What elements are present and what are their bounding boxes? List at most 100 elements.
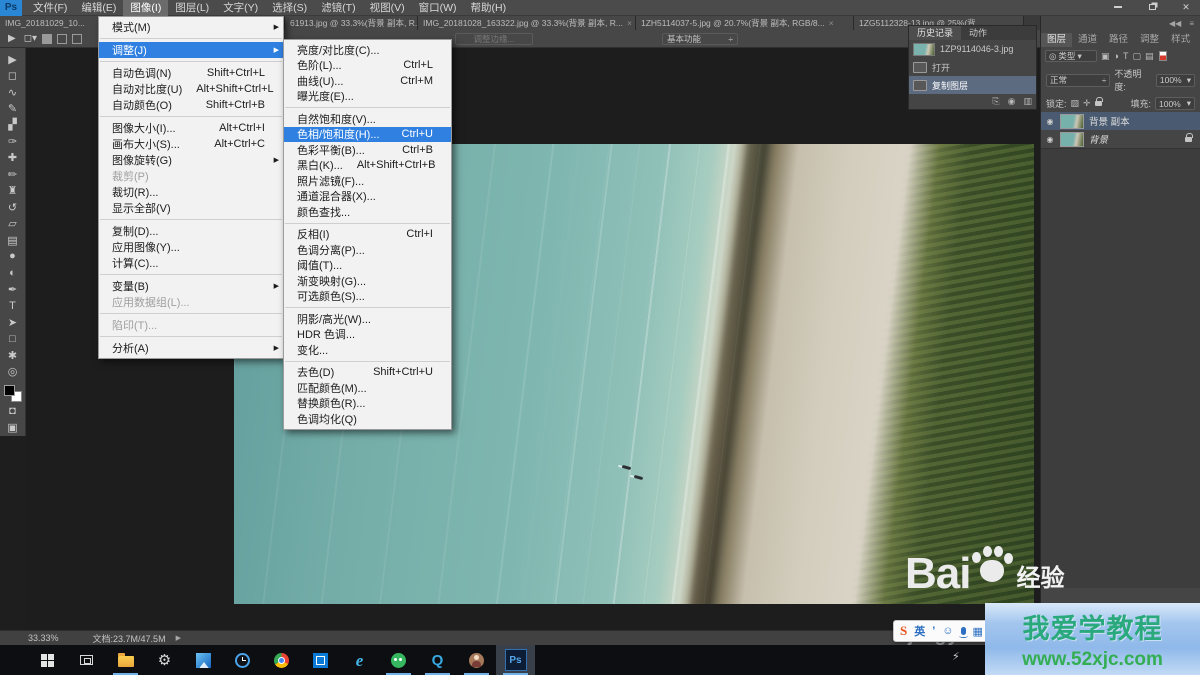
add-selection-icon[interactable] — [57, 34, 67, 44]
menu-item-analysis[interactable]: 分析(A)▶ — [99, 340, 283, 356]
gradient-tool[interactable]: ▤ — [2, 232, 24, 248]
subtract-selection-icon[interactable] — [72, 34, 82, 44]
menu-item-equalize[interactable]: 色调均化(Q) — [284, 411, 451, 427]
shape-tool[interactable]: □ — [2, 330, 24, 346]
menu-item-reveal-all[interactable]: 显示全部(V) — [99, 200, 283, 216]
tab-adjustments[interactable]: 调整 — [1134, 33, 1165, 47]
microphone-icon[interactable] — [961, 627, 966, 635]
close-button[interactable]: ✕ — [1176, 1, 1196, 13]
minimize-button[interactable] — [1108, 1, 1128, 13]
menu-item-desaturate[interactable]: 去色(D)Shift+Ctrl+U — [284, 365, 451, 381]
menu-edit[interactable]: 编辑(E) — [74, 0, 123, 16]
panel-menu-icon[interactable]: ≡ — [1189, 19, 1194, 28]
tab-layers[interactable]: 图层 — [1041, 33, 1072, 47]
history-state-duplicate-layer[interactable]: 复制图层 — [909, 76, 1036, 94]
menu-item-curves[interactable]: 曲线(U)...Ctrl+M — [284, 73, 451, 89]
menu-item-trim[interactable]: 裁切(R)... — [99, 184, 283, 200]
quick-mask-button[interactable]: ◘ — [2, 403, 24, 419]
tab-paths[interactable]: 路径 — [1103, 33, 1134, 47]
input-language-toggle[interactable]: 英 — [914, 623, 925, 639]
menu-item-replace-color[interactable]: 替换颜色(R)... — [284, 396, 451, 412]
menu-item-exposure[interactable]: 曝光度(E)... — [284, 89, 451, 105]
blur-tool[interactable]: ● — [2, 248, 24, 264]
hand-tool[interactable]: ✱ — [2, 347, 24, 363]
doc-tab-3[interactable]: IMG_20181028_163322.jpg @ 33.3%(背景 副本, R… — [418, 16, 636, 30]
brush-tool[interactable]: ✏ — [2, 166, 24, 182]
taskbar-task-view[interactable] — [67, 645, 106, 675]
menu-item-brightness-contrast[interactable]: 亮度/对比度(C)... — [284, 42, 451, 58]
menu-item-invert[interactable]: 反相(I)Ctrl+I — [284, 227, 451, 243]
taskbar-photos[interactable] — [184, 645, 223, 675]
taskbar-photoshop[interactable]: Ps — [496, 645, 535, 675]
quick-select-tool[interactable]: ✎ — [2, 100, 24, 116]
menu-item-adjustments[interactable]: 调整(J)▶ — [99, 42, 283, 58]
refine-edge-button[interactable]: 调整边缘... — [455, 33, 533, 45]
menu-item-variables[interactable]: 变量(B)▶ — [99, 278, 283, 294]
menu-item-channel-mixer[interactable]: 通道混合器(X)... — [284, 189, 451, 205]
menu-item-posterize[interactable]: 色调分离(P)... — [284, 242, 451, 258]
menu-item-hue-saturation[interactable]: 色相/饱和度(H)...Ctrl+U — [284, 127, 451, 143]
zoom-tool[interactable]: ◎ — [2, 363, 24, 379]
history-state-open[interactable]: 打开 — [909, 58, 1036, 76]
taskbar-contacts[interactable] — [457, 645, 496, 675]
menu-item-auto-tone[interactable]: 自动色调(N)Shift+Ctrl+L — [99, 65, 283, 81]
blend-mode-dropdown[interactable]: 正常 ÷ — [1046, 74, 1110, 87]
keyboard-icon[interactable]: ▦ — [973, 625, 983, 638]
taskbar-chrome[interactable] — [262, 645, 301, 675]
filter-shape-layers-icon[interactable]: ▢ — [1132, 51, 1141, 62]
filter-pixel-layers-icon[interactable]: ▣ — [1101, 51, 1110, 62]
clone-stamp-tool[interactable]: ♜ — [2, 183, 24, 199]
taskbar-internet-explorer[interactable]: e — [340, 645, 379, 675]
history-snapshot-row[interactable]: 1ZP9114046-3.jpg — [909, 40, 1036, 58]
new-selection-icon[interactable] — [42, 34, 52, 44]
layer-visibility-icon[interactable]: ◉ — [1045, 135, 1055, 144]
menu-item-selective-color[interactable]: 可选颜色(S)... — [284, 289, 451, 305]
foreground-color-swatch[interactable] — [4, 385, 15, 396]
emoji-icon[interactable]: ☺ — [942, 625, 953, 637]
menu-item-apply-image[interactable]: 应用图像(Y)... — [99, 239, 283, 255]
menu-item-color-balance[interactable]: 色彩平衡(B)...Ctrl+B — [284, 142, 451, 158]
restore-button[interactable] — [1142, 1, 1162, 13]
workspace-switcher[interactable]: 基本功能 ÷ — [662, 33, 738, 45]
lock-transparency-icon[interactable]: ▨ — [1071, 98, 1080, 109]
tab-history[interactable]: 历史记录 — [909, 26, 961, 40]
layer-background[interactable]: ◉ 背景 — [1041, 130, 1200, 148]
menu-item-canvas-size[interactable]: 画布大小(S)...Alt+Ctrl+C — [99, 136, 283, 152]
menu-item-black-white[interactable]: 黑白(K)...Alt+Shift+Ctrl+B — [284, 158, 451, 174]
menu-item-shadows-highlights[interactable]: 阴影/高光(W)... — [284, 311, 451, 327]
eraser-tool[interactable]: ▱ — [2, 215, 24, 231]
menu-item-photo-filter[interactable]: 照片滤镜(F)... — [284, 173, 451, 189]
dodge-tool[interactable]: ◐ — [2, 265, 24, 281]
menu-filter[interactable]: 滤镜(T) — [314, 0, 362, 16]
status-options-arrow-icon[interactable]: ▶ — [176, 634, 181, 642]
type-tool[interactable]: T — [2, 298, 24, 314]
doc-tab-2[interactable]: 61913.jpg @ 33.3%(背景 副本, R... × — [284, 16, 418, 30]
layer-background-copy[interactable]: ◉ 背景 副本 — [1041, 112, 1200, 130]
layer-visibility-icon[interactable]: ◉ — [1045, 117, 1055, 126]
tab-actions[interactable]: 动作 — [961, 26, 995, 40]
menu-item-hdr-toning[interactable]: HDR 色调... — [284, 327, 451, 343]
filter-toggle-icon[interactable] — [1159, 51, 1167, 61]
menu-file[interactable]: 文件(F) — [26, 0, 74, 16]
menu-help[interactable]: 帮助(H) — [464, 0, 514, 16]
close-tab-icon[interactable]: × — [829, 16, 834, 30]
menu-item-levels[interactable]: 色阶(L)...Ctrl+L — [284, 58, 451, 74]
new-document-from-state-icon[interactable]: ⎘ — [992, 96, 999, 107]
filter-adjustment-layers-icon[interactable]: ◑ — [1114, 51, 1119, 61]
menu-item-match-color[interactable]: 匹配颜色(M)... — [284, 380, 451, 396]
screen-mode-button[interactable]: ▣ — [2, 420, 24, 436]
color-swatches[interactable] — [3, 384, 23, 403]
filter-type-layers-icon[interactable]: T — [1123, 51, 1129, 61]
menu-item-mode[interactable]: 模式(M)▶ — [99, 19, 283, 35]
menu-item-auto-contrast[interactable]: 自动对比度(U)Alt+Shift+Ctrl+L — [99, 81, 283, 97]
move-tool[interactable]: ▶ — [2, 51, 24, 67]
menu-item-image-rotation[interactable]: 图像旋转(G)▶ — [99, 152, 283, 168]
fill-dropdown[interactable]: 100% ▾ — [1155, 97, 1195, 110]
collapse-panels-icon[interactable]: ◀◀ — [1169, 19, 1181, 28]
menu-item-gradient-map[interactable]: 渐变映射(G)... — [284, 273, 451, 289]
taskbar-file-explorer[interactable] — [106, 645, 145, 675]
opacity-dropdown[interactable]: 100% ▾ — [1156, 74, 1195, 87]
layer-filter-type-dropdown[interactable]: ◎ 类型 ▾ — [1045, 50, 1097, 62]
new-snapshot-icon[interactable]: ◉ — [1008, 96, 1016, 107]
history-brush-tool[interactable]: ↺ — [2, 199, 24, 215]
